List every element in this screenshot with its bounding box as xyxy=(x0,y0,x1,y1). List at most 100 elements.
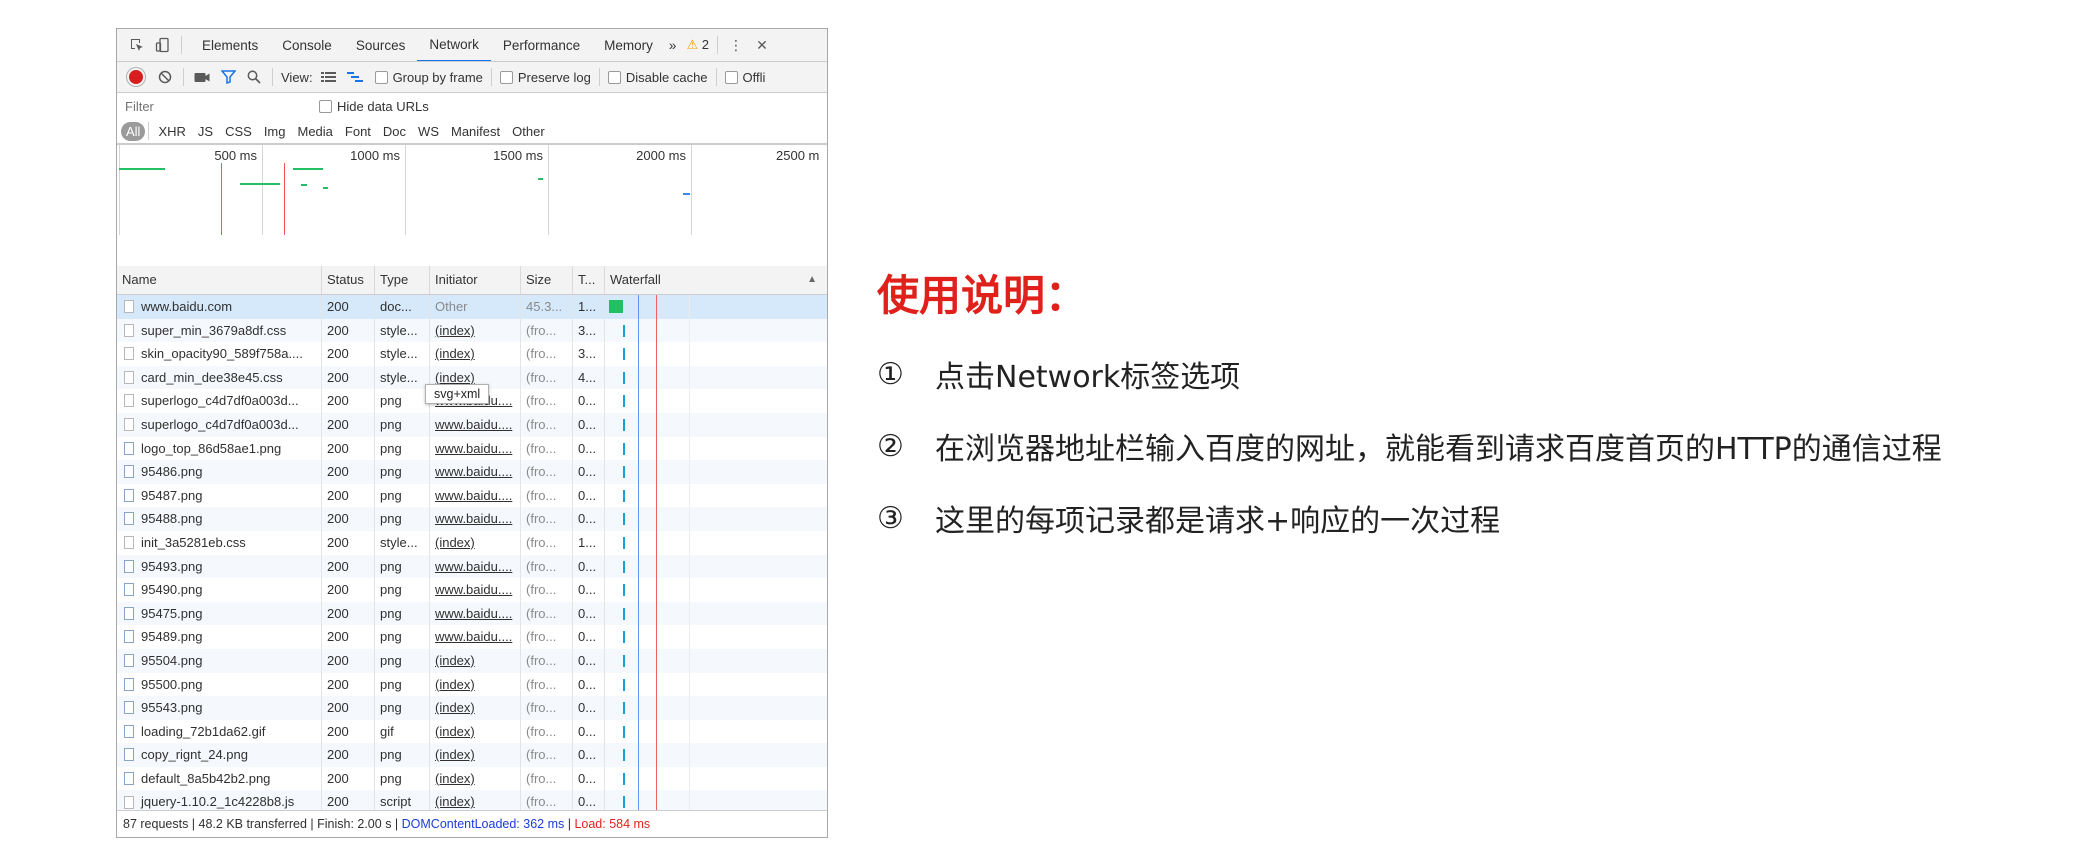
request-initiator[interactable]: www.baidu.... xyxy=(435,441,512,456)
tab-elements[interactable]: Elements xyxy=(190,29,270,61)
request-time: 0... xyxy=(578,511,597,527)
type-filter-doc[interactable]: Doc xyxy=(377,124,412,139)
table-row[interactable]: 95490.png 200 png www.baidu.... (fro... 0... xyxy=(117,578,827,602)
table-row[interactable]: 95500.png 200 png (index) (fro... 0... xyxy=(117,672,827,697)
request-initiator[interactable]: www.baidu.... xyxy=(435,511,512,526)
request-initiator[interactable]: www.baidu.... xyxy=(435,559,512,574)
request-name: logo_top_86d58ae1.png xyxy=(141,440,282,456)
request-initiator[interactable]: (index) xyxy=(435,747,475,762)
timeline-overview[interactable]: 500 ms 1000 ms 1500 ms 2000 ms 2500 m xyxy=(117,144,827,268)
request-size: (fro... xyxy=(526,723,557,739)
warning-badge[interactable]: ⚠ 2 xyxy=(686,37,709,53)
request-type-cell: png xyxy=(375,696,430,720)
table-row[interactable]: 95488.png 200 png www.baidu.... (fro... 0... xyxy=(117,507,827,531)
device-toolbar-icon[interactable] xyxy=(153,35,173,55)
request-initiator[interactable]: www.baidu.... xyxy=(435,582,512,597)
preserve-log-checkbox[interactable] xyxy=(499,70,513,84)
request-name-cell: 95504.png xyxy=(117,648,322,673)
request-table: Name Status Type Initiator Size T... Wat… xyxy=(117,266,827,837)
request-time: 3... xyxy=(578,346,597,362)
image-icon xyxy=(124,559,134,573)
request-initiator[interactable]: www.baidu.... xyxy=(435,464,512,479)
request-initiator[interactable]: (index) xyxy=(435,794,475,809)
table-row[interactable]: 95543.png 200 png (index) (fro... 0... xyxy=(117,696,827,720)
table-row[interactable]: default_8a5b42b2.png 200 png (index) (fro...… xyxy=(117,766,827,791)
column-header-type[interactable]: Type xyxy=(375,266,430,294)
inspect-element-icon[interactable] xyxy=(127,35,147,55)
request-type: png xyxy=(380,652,402,668)
request-initiator[interactable]: (index) xyxy=(435,346,475,361)
table-row[interactable]: loading_72b1da62.gif 200 gif (index) (fro...… xyxy=(117,719,827,744)
request-initiator[interactable]: (index) xyxy=(435,535,475,550)
request-initiator[interactable]: www.baidu.... xyxy=(435,606,512,621)
request-initiator[interactable]: (index) xyxy=(435,677,475,692)
table-row[interactable]: superlogo_c4d7df0a003d... 200 png www.baidu… xyxy=(117,412,827,437)
request-initiator[interactable]: (index) xyxy=(435,700,475,715)
type-filter-ws[interactable]: WS xyxy=(412,124,445,139)
table-row[interactable]: init_3a5281eb.css 200 style... (index) (fro.… xyxy=(117,530,827,555)
request-initiator[interactable]: www.baidu.... xyxy=(435,417,512,432)
request-initiator[interactable]: (index) xyxy=(435,724,475,739)
kebab-menu-icon[interactable]: ⋮ xyxy=(726,35,746,55)
table-row[interactable]: logo_top_86d58ae1.png 200 png www.baidu....… xyxy=(117,436,827,461)
request-initiator[interactable]: (index) xyxy=(435,653,475,668)
request-initiator[interactable]: www.baidu.... xyxy=(435,488,512,503)
request-size: (fro... xyxy=(526,652,557,668)
disable-cache-checkbox[interactable] xyxy=(607,70,621,84)
load-line xyxy=(656,318,657,343)
list-view-icon[interactable] xyxy=(319,67,339,87)
tab-network[interactable]: Network xyxy=(417,29,491,61)
request-initiator[interactable]: (index) xyxy=(435,771,475,786)
type-filter-css[interactable]: CSS xyxy=(219,124,258,139)
table-row[interactable]: www.baidu.com 200 doc... Other 45.3... 1... xyxy=(117,295,827,319)
record-icon[interactable] xyxy=(127,68,145,86)
table-row[interactable]: 95475.png 200 png www.baidu.... (fro... 0... xyxy=(117,601,827,626)
filter-input[interactable] xyxy=(117,95,307,117)
tab-sources[interactable]: Sources xyxy=(344,29,418,61)
request-name: 95490.png xyxy=(141,582,203,598)
column-header-size[interactable]: Size xyxy=(521,266,573,294)
type-filter-manifest[interactable]: Manifest xyxy=(445,124,506,139)
request-initiator-cell: www.baidu.... xyxy=(430,436,521,461)
table-row[interactable]: 95493.png 200 png www.baidu.... (fro... 0... xyxy=(117,554,827,579)
table-row[interactable]: super_min_3679a8df.css 200 style... (index)… xyxy=(117,318,827,343)
clear-icon[interactable] xyxy=(155,67,175,87)
table-row[interactable]: 95487.png 200 png www.baidu.... (fro... 0... xyxy=(117,483,827,508)
type-filter-img[interactable]: Img xyxy=(258,124,292,139)
screenshot-camera-icon[interactable] xyxy=(192,67,212,87)
hide-data-urls-checkbox[interactable] xyxy=(319,99,332,113)
group-by-frame-checkbox[interactable] xyxy=(374,70,388,84)
waterfall-view-icon[interactable] xyxy=(345,67,365,87)
close-icon[interactable]: ✕ xyxy=(752,35,772,55)
tab-console[interactable]: Console xyxy=(270,29,344,61)
type-filter-xhr[interactable]: XHR xyxy=(152,124,191,139)
filter-icon[interactable] xyxy=(218,67,238,87)
waterfall-cell xyxy=(605,766,827,791)
table-row[interactable]: copy_rignt_24.png 200 png (index) (fro... 0..… xyxy=(117,743,827,767)
type-filter-other[interactable]: Other xyxy=(506,124,551,139)
type-filter-media[interactable]: Media xyxy=(291,124,338,139)
column-header-name[interactable]: Name xyxy=(117,266,322,294)
table-row[interactable]: 95486.png 200 png www.baidu.... (fro... 0... xyxy=(117,460,827,484)
column-header-initiator[interactable]: Initiator xyxy=(430,266,521,294)
tab-memory[interactable]: Memory xyxy=(592,29,665,61)
column-header-status[interactable]: Status xyxy=(322,266,375,294)
request-initiator[interactable]: (index) xyxy=(435,323,475,338)
type-filter-font[interactable]: Font xyxy=(339,124,377,139)
tab-performance[interactable]: Performance xyxy=(491,29,592,61)
table-row[interactable]: skin_opacity90_589f758a.... 200 style... (i… xyxy=(117,342,827,366)
column-header-time[interactable]: T... xyxy=(573,266,605,294)
search-icon[interactable] xyxy=(244,67,264,87)
column-header-waterfall[interactable]: Waterfall ▲ xyxy=(605,266,827,294)
type-filter-js[interactable]: JS xyxy=(192,124,219,139)
request-initiator[interactable]: www.baidu.... xyxy=(435,629,512,644)
sort-ascending-icon: ▲ xyxy=(807,274,817,285)
offline-checkbox[interactable] xyxy=(724,70,738,84)
request-time-cell: 0... xyxy=(573,743,605,767)
request-initiator[interactable]: (index) xyxy=(435,370,475,385)
type-filter-all[interactable]: All xyxy=(121,121,146,141)
table-row[interactable]: 95489.png 200 png www.baidu.... (fro... 0... xyxy=(117,625,827,649)
table-row[interactable]: 95504.png 200 png (index) (fro... 0... xyxy=(117,648,827,673)
dom-content-loaded-line xyxy=(638,554,639,579)
more-tabs-button[interactable]: » xyxy=(665,29,681,61)
